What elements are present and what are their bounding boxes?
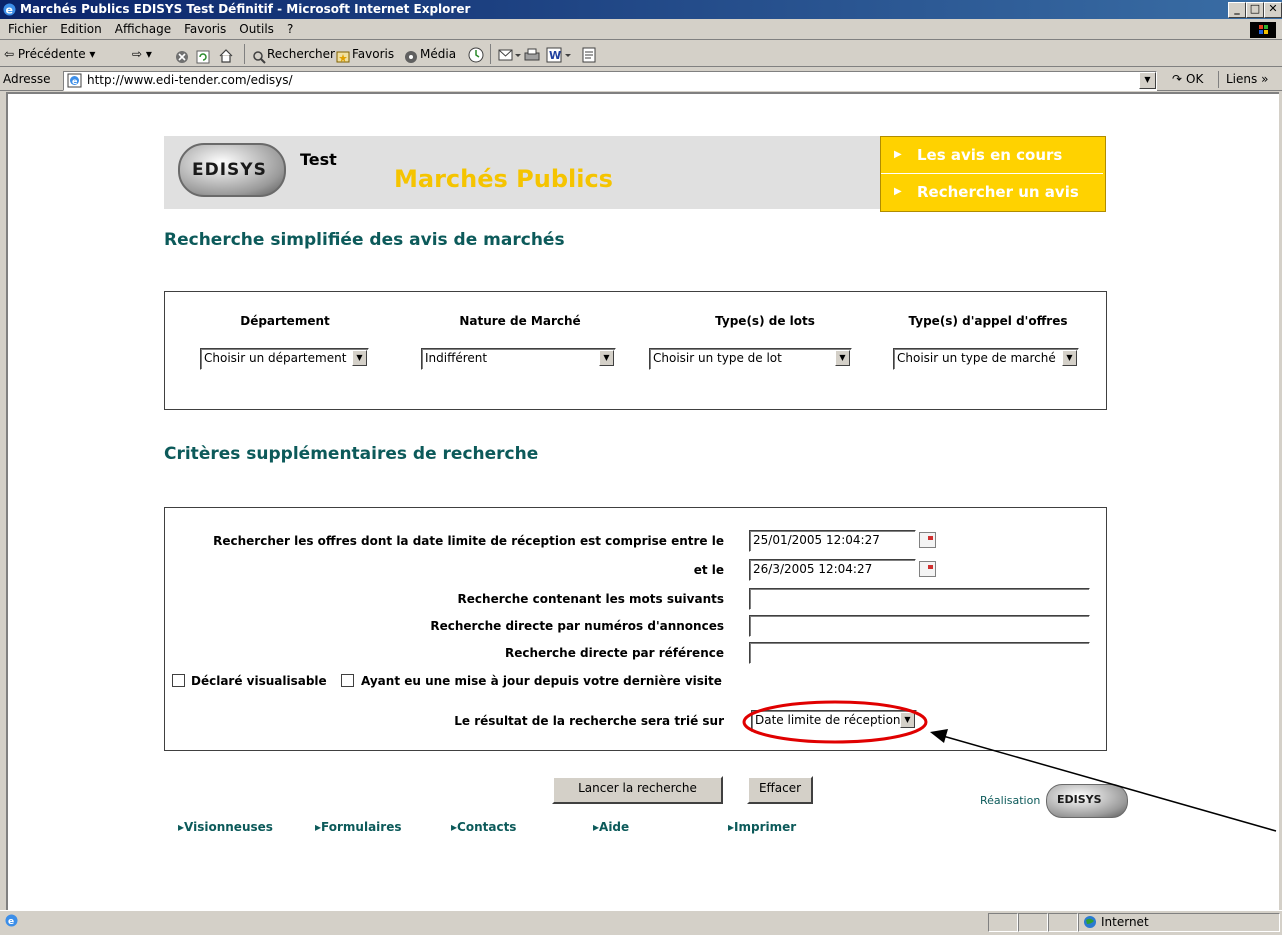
svg-text:e: e <box>6 4 13 17</box>
address-separator <box>1218 71 1219 88</box>
status-cell <box>1018 913 1048 932</box>
menu-item-edition[interactable]: Edition <box>60 22 102 36</box>
menu-item-help[interactable]: ? <box>287 22 293 36</box>
title-bar: e Marchés Publics EDISYS Test Définitif … <box>0 0 1282 19</box>
media-button[interactable]: Média <box>420 41 456 67</box>
svg-text:W: W <box>549 49 561 62</box>
toolbar: ⇦ Précédente ▾ ⇨ ▾ Rechercher Favoris Mé… <box>0 41 1282 67</box>
svg-text:e: e <box>72 77 78 86</box>
toolbar-separator <box>244 44 245 64</box>
annotation-arrow-line <box>942 735 1277 832</box>
status-zone-label: Internet <box>1101 915 1149 929</box>
status-cell <box>988 913 1018 932</box>
toolbar-separator <box>490 44 491 64</box>
favorites-button[interactable]: Favoris <box>352 41 394 67</box>
menu-bar: Fichier Edition Affichage Favoris Outils? <box>0 19 1282 40</box>
go-button[interactable]: OK <box>1186 68 1203 91</box>
maximize-button[interactable]: □ <box>1246 2 1264 18</box>
address-bar: Adresse e http://www.edi-tender.com/edis… <box>0 68 1282 91</box>
forward-button[interactable]: ⇨ ▾ <box>132 41 152 67</box>
links-button[interactable]: Liens » <box>1226 68 1268 91</box>
ie-icon: e <box>2 2 17 17</box>
go-arrow-icon[interactable]: ↷ <box>1172 68 1182 91</box>
close-button[interactable]: ✕ <box>1264 2 1282 18</box>
address-input[interactable]: e http://www.edi-tender.com/edisys/ <box>63 71 1157 91</box>
status-bar: e Internet <box>0 910 1282 932</box>
annotation-overlay <box>742 700 1277 832</box>
address-label: Adresse <box>3 72 51 86</box>
annotation-ellipse <box>742 700 928 744</box>
minimize-button[interactable]: _ <box>1228 2 1246 18</box>
windows-logo-icon <box>1250 22 1276 38</box>
address-dropdown-button[interactable]: ▼ <box>1139 72 1156 89</box>
window-title: Marchés Publics EDISYS Test Définitif - … <box>20 2 471 16</box>
globe-icon <box>1083 915 1097 935</box>
page-content: EDISYS Test Marchés Publics ▶ Les avis e… <box>6 92 1279 910</box>
annotation-arrowhead <box>930 729 948 743</box>
menu-item-fichier[interactable]: Fichier <box>8 22 47 36</box>
menu-item-outils[interactable]: Outils <box>239 22 274 36</box>
status-cell <box>1048 913 1078 932</box>
search-button[interactable]: Rechercher <box>267 41 335 67</box>
page-icon: e <box>67 73 83 92</box>
svg-text:e: e <box>8 917 14 927</box>
status-zone: Internet <box>1078 913 1280 932</box>
address-url: http://www.edi-tender.com/edisys/ <box>87 73 293 87</box>
menu-item-favoris[interactable]: Favoris <box>184 22 226 36</box>
menu-item-affichage[interactable]: Affichage <box>115 22 171 36</box>
back-button[interactable]: ⇦ Précédente ▾ <box>4 41 95 67</box>
